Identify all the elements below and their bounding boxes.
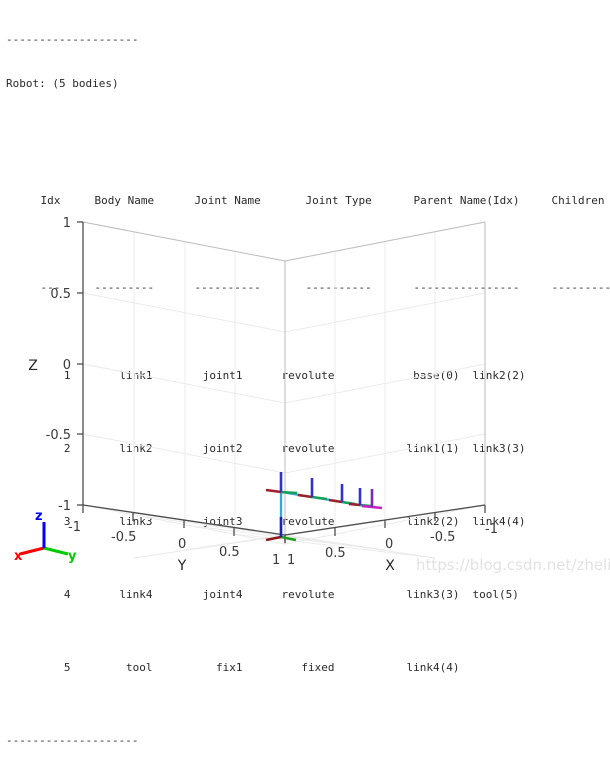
z-tick-label: 1 bbox=[63, 216, 71, 231]
z-axis-ticks bbox=[77, 222, 83, 505]
triad-y-axis-icon bbox=[44, 548, 68, 554]
cell-joint: joint4 bbox=[153, 588, 243, 603]
console-spacer bbox=[6, 121, 604, 136]
x-tick-label: -0.5 bbox=[430, 530, 455, 545]
table-row: 5toolfix1fixedlink4(4) bbox=[6, 646, 604, 690]
plot-svg[interactable]: 1 0.5 0 -0.5 -1 Z -1 -0.5 0 0.5 1 Y 1 0.… bbox=[0, 170, 610, 586]
watermark-text: https://blog.csdn.net/zhelijun bbox=[416, 556, 610, 574]
cell-body: tool bbox=[71, 661, 153, 676]
frame-triad-link1 bbox=[266, 472, 297, 493]
triad-x-axis-icon bbox=[20, 548, 44, 554]
robot-3d-plot[interactable]: 1 0.5 0 -0.5 -1 Z -1 -0.5 0 0.5 1 Y 1 0.… bbox=[0, 170, 610, 586]
plot-box-edges bbox=[83, 222, 485, 544]
triad-x-label: x bbox=[14, 549, 23, 564]
console-divider-top: -------------------- bbox=[6, 33, 604, 48]
x-axis-label: X bbox=[385, 558, 395, 574]
console-divider-bottom: -------------------- bbox=[6, 734, 604, 749]
cell-children: tool(5) bbox=[460, 588, 583, 603]
x-tick-label: -1 bbox=[485, 522, 498, 537]
x-tick-label: 0.5 bbox=[325, 546, 346, 561]
frame-triad-link2 bbox=[298, 478, 327, 499]
frame-triad-tool bbox=[362, 489, 382, 508]
z-tick-label: 0.5 bbox=[50, 287, 71, 302]
z-tick-label: -0.5 bbox=[46, 428, 71, 443]
x-tick-label: 1 bbox=[287, 553, 295, 568]
y-tick-label: -1 bbox=[68, 520, 81, 535]
frame-triad-link4 bbox=[349, 488, 371, 506]
cell-parent: link3(3) bbox=[335, 588, 460, 603]
plot-axis-lines bbox=[83, 222, 485, 535]
cell-idx: 4 bbox=[33, 588, 71, 603]
z-tick-label: -1 bbox=[58, 499, 71, 514]
cell-idx: 5 bbox=[33, 661, 71, 676]
cell-parent: link4(4) bbox=[335, 661, 460, 676]
y-tick-label: 1 bbox=[272, 553, 280, 568]
cell-type: revolute bbox=[243, 588, 335, 603]
y-tick-label: 0 bbox=[178, 537, 186, 552]
triad-z-label: z bbox=[35, 509, 43, 524]
frame-triad-link3 bbox=[329, 484, 355, 504]
cell-body: link4 bbox=[71, 588, 153, 603]
orientation-triad-widget[interactable]: x y z bbox=[14, 509, 77, 564]
cell-type: fixed bbox=[243, 661, 335, 676]
y-axis-label: Y bbox=[177, 558, 187, 574]
y-tick-label: 0.5 bbox=[219, 545, 240, 560]
z-axis-label: Z bbox=[28, 358, 38, 374]
triad-y-label: y bbox=[68, 549, 77, 564]
x-tick-label: 0 bbox=[385, 537, 393, 552]
y-tick-label: -0.5 bbox=[111, 530, 136, 545]
z-tick-label: 0 bbox=[63, 358, 71, 373]
plot-grid bbox=[83, 222, 485, 558]
console-title: Robot: (5 bodies) bbox=[6, 77, 604, 92]
cell-joint: fix1 bbox=[153, 661, 243, 676]
